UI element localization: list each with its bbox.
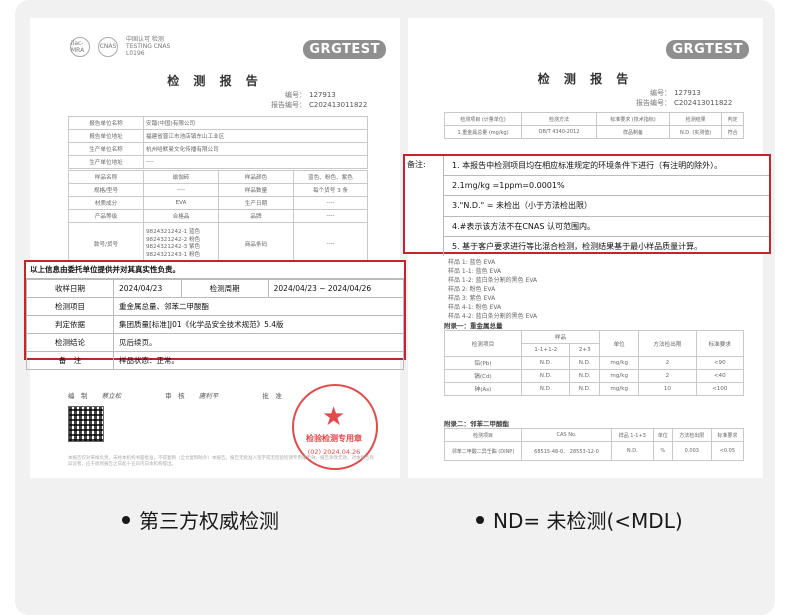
report-meta: 编号： 127913 报告编号： C202413011822 (636, 89, 733, 107)
ilac-mra-logo: ilac-MRA (70, 36, 90, 57)
phthalate-table: 检测项目 CAS No. 样品 1-1+3 单位 方法检出限 标准要求 邻苯二甲… (444, 428, 745, 461)
stamp-star-icon: ★ (322, 402, 346, 432)
note-item: 3."N.D." = 未检出（小于方法检出限） (443, 196, 769, 217)
caption-right: ND= 未检测(<MDL) (476, 505, 683, 534)
report-meta: 编号： 127913 报告编号： C202413011822 (271, 91, 368, 109)
certification-marks: ilac-MRA CNAS 中国认可 检测 TESTING CNAS L0196 (70, 36, 176, 57)
grgtest-logo: GRGTEST (666, 40, 749, 59)
report-title: 检 测 报 告 (537, 72, 634, 86)
caption-left: 第三方权威检测 (122, 505, 279, 534)
attachment1-title: 附录一：重金属总量 (444, 322, 503, 330)
notes-label: 备注: (407, 160, 426, 169)
report-title: 检 测 报 告 (167, 74, 263, 88)
heavy-metal-table: 检测项目 样品 单位 方法检出限 标准要求 1-1+1-2 2+3 铅(Pb) N.… (444, 330, 744, 396)
sample-info-table: 样品名称 瑜伽砖 样品颜色 蓝色、粉色、紫色 规格/型号 ---- 样品数量 每个货号 3 … (68, 170, 368, 266)
test-summary-table: 检测项目 (计量单位) 检测方法 标准要求 (技术指标) 检测结果 判定 1.重… (444, 112, 744, 139)
highlight-table: 收样日期 2024/04/23 检测周期 2024/04/23 ~ 2024/04/2… (26, 279, 405, 370)
notes-highlight-box: 备注: 1. 本报告中检测项目均在相应标准规定的环境条件下进行（有注明的除外）。… (403, 154, 771, 256)
bullet-icon (476, 515, 484, 524)
note-item: 2.1mg/kg =1ppm=0.0001% (443, 176, 769, 197)
attachment2-title: 附录二：邻苯二甲酸酯 (444, 420, 509, 428)
left-report-page: ilac-MRA CNAS 中国认可 检测 TESTING CNAS L0196… (30, 18, 400, 478)
cnas-accreditation-text: 中国认可 检测 TESTING CNAS L0196 (126, 36, 171, 57)
qr-code (68, 406, 104, 442)
note-item: 5. 基于客户要求进行等比混合检测，检测结果基于最小样品质量计算。 (443, 236, 769, 256)
bullet-icon (122, 515, 130, 524)
note-item: 1. 本报告中检测项目均在相应标准规定的环境条件下进行（有注明的除外）。 (443, 156, 769, 177)
left-highlight-box: 以上信息由委托单位提供并对其真实性负责。 收样日期 2024/04/23 检测周期 2… (24, 260, 406, 370)
sample-list: 样品 1: 蓝色 EVA 样品 1-1: 蓝色 EVA 样品 1-2: 蓝白条分… (448, 259, 538, 320)
highlight-header: 以上信息由委托单位提供并对其真实性负责。 (26, 262, 404, 279)
note-item: 4.#表示该方法不在CNAS 认可范围内。 (443, 216, 769, 237)
cnas-logo: CNAS (98, 36, 118, 57)
signature-row: 编 制 蔡立松 审 核 唐利平 批 准 (68, 392, 282, 400)
client-info-table: 报告单位名称 安踏(中国)有限公司 报告单位地址 福建省晋江市池店镇东山工业区 生产… (68, 116, 368, 169)
grgtest-logo: GRGTEST (303, 40, 386, 59)
report-footer: 本报告仅对来样负责，未经本机构书面批准，不得复制（全文复制除外）本报告。报告无批… (68, 456, 374, 467)
